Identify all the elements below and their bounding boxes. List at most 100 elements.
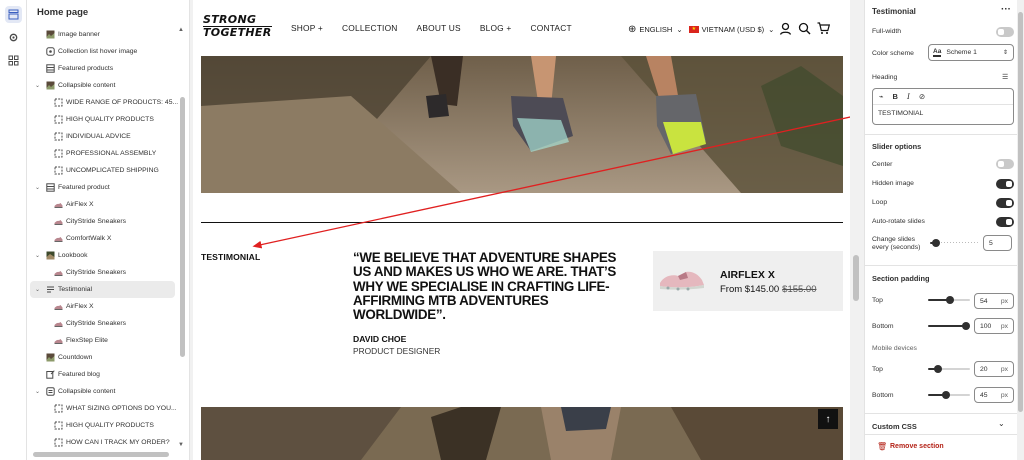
mobile-bottom-input[interactable]: 45 px — [974, 387, 1014, 403]
more-options-icon[interactable]: ··· — [1001, 4, 1011, 15]
tree-item-label: Collapsible content — [58, 82, 116, 89]
block-item[interactable]: HOW CAN I TRACK MY ORDER? — [30, 434, 175, 451]
block-item[interactable]: CityStride Sneakers — [30, 315, 175, 332]
tree-item-label: Featured product — [58, 184, 110, 191]
block-item[interactable]: AirFlex X — [30, 196, 175, 213]
section-item[interactable]: Countdown — [30, 349, 175, 366]
preview-scrollbar[interactable] — [853, 255, 859, 301]
testimonial-quote[interactable]: “WE BELIEVE THAT ADVENTURE SHAPES US AND… — [353, 250, 621, 322]
cart-icon[interactable] — [817, 22, 831, 37]
testimonial-heading[interactable]: TESTIMONIAL — [201, 252, 260, 262]
custom-css-toggle[interactable]: Custom CSS — [872, 422, 917, 431]
top-padding-input[interactable]: 54 px — [974, 293, 1014, 309]
unit-label: px — [1000, 365, 1008, 373]
block-item[interactable]: PROFESSIONAL ASSEMBLY — [30, 145, 175, 162]
section-item[interactable]: ⌄ Collapsible content — [30, 77, 175, 94]
chevron-updown-icon: ⇕ — [1002, 50, 1008, 56]
gear-icon[interactable] — [5, 29, 22, 46]
nav-shop[interactable]: SHOP + — [291, 23, 323, 33]
search-icon[interactable] — [798, 22, 811, 37]
chevron-down-icon[interactable]: ⌄ — [35, 82, 40, 89]
scroll-down-icon[interactable]: ▼ — [178, 442, 184, 448]
block-item[interactable]: AirFlex X — [30, 298, 175, 315]
panel-scrollbar[interactable] — [1017, 0, 1024, 460]
unit-label: px — [1000, 391, 1008, 399]
block-item[interactable]: INDIVIDUAL ADVICE — [30, 128, 175, 145]
chevron-down-icon[interactable]: ⌄ — [998, 419, 1005, 428]
language-select[interactable]: ENGLISH — [639, 25, 672, 34]
product-name: AIRFLEX X — [720, 269, 775, 281]
mobile-top-input[interactable]: 20 px — [974, 361, 1014, 377]
chevron-down-icon[interactable]: ⌄ — [35, 252, 40, 259]
block-item[interactable]: FlexStep Elite — [30, 332, 175, 349]
block-icon — [54, 132, 63, 141]
section-item[interactable]: Featured blog — [30, 366, 175, 383]
top-padding-slider[interactable] — [928, 295, 970, 305]
nav-contact[interactable]: CONTACT — [531, 23, 572, 33]
scroll-up-icon[interactable]: ▲ — [178, 27, 184, 33]
bold-icon[interactable]: B — [893, 92, 898, 101]
clear-format-icon[interactable]: ⌁ — [879, 92, 884, 101]
app-rail — [0, 0, 27, 460]
change-slides-slider[interactable] — [930, 238, 978, 248]
country-select[interactable]: VIETNAM (USD $) — [702, 25, 765, 34]
image-icon — [46, 81, 55, 90]
block-item[interactable]: ComfortWalk X — [30, 230, 175, 247]
heading-editor[interactable]: ⌁ B I ⊘ TESTIMONIAL — [872, 88, 1014, 125]
mobile-top-slider[interactable] — [928, 364, 970, 374]
center-label: Center — [872, 161, 893, 168]
remove-section-button[interactable]: Remove section — [890, 443, 944, 450]
autorotate-toggle[interactable] — [996, 217, 1014, 227]
nav-blog[interactable]: BLOG + — [480, 23, 512, 33]
editor-toolbar: ⌁ B I ⊘ — [873, 89, 1013, 105]
shoe-icon — [54, 302, 63, 311]
chevron-down-icon: ⌄ — [676, 25, 683, 34]
section-item[interactable]: ⌄ Testimonial — [30, 281, 175, 298]
slider-options-title: Slider options — [872, 142, 922, 151]
block-item[interactable]: HIGH QUALITY PRODUCTS — [30, 111, 175, 128]
hidden-image-toggle[interactable] — [996, 179, 1014, 189]
section-item[interactable]: ⌄ Lookbook — [30, 247, 175, 264]
full-width-toggle[interactable] — [996, 27, 1014, 37]
color-scheme-select[interactable]: Aa Scheme 1 ⇕ — [928, 44, 1014, 61]
link-icon[interactable]: ⊘ — [919, 92, 925, 101]
section-item[interactable]: Featured products — [30, 60, 175, 77]
account-icon[interactable] — [779, 22, 792, 37]
bottom-padding-slider[interactable] — [928, 321, 970, 331]
nav-about[interactable]: ABOUT US — [417, 23, 461, 33]
sidebar-scrollbar[interactable] — [180, 97, 185, 357]
loop-toggle[interactable] — [996, 198, 1014, 208]
section-item[interactable]: ⌄ Collapsible content — [30, 383, 175, 400]
block-item[interactable]: WIDE RANGE OF PRODUCTS: 45... — [30, 94, 178, 111]
section-item[interactable]: Image banner — [30, 26, 175, 43]
bottom-padding-input[interactable]: 100 px — [974, 318, 1014, 334]
nav-collection[interactable]: COLLECTION — [342, 23, 398, 33]
sections-icon[interactable] — [5, 6, 22, 23]
back-to-top-button[interactable]: ↑ — [818, 409, 838, 429]
chevron-down-icon[interactable]: ⌄ — [35, 184, 40, 191]
chevron-down-icon[interactable]: ⌄ — [35, 388, 40, 395]
product-card[interactable]: AIRFLEX X From $145.00 $155.00 — [653, 251, 843, 311]
center-toggle[interactable] — [996, 159, 1014, 169]
block-item[interactable]: CityStride Sneakers — [30, 264, 175, 281]
image-icon — [46, 353, 55, 362]
block-item[interactable]: WHAT SIZING OPTIONS DO YOU... — [30, 400, 177, 417]
apps-icon[interactable] — [5, 52, 22, 69]
section-item[interactable]: Collection list hover image — [30, 43, 175, 60]
localization: ⊕ ENGLISH ⌄ ★ VIETNAM (USD $) ⌄ — [628, 22, 831, 37]
product-image — [658, 268, 706, 297]
tree-item-label: Countdown — [58, 354, 93, 361]
heading-input[interactable]: TESTIMONIAL — [873, 105, 1013, 122]
dynamic-source-icon[interactable]: ☰ — [1002, 73, 1008, 81]
mobile-bottom-slider[interactable] — [928, 390, 970, 400]
block-item[interactable]: CityStride Sneakers — [30, 213, 175, 230]
section-item[interactable]: ⌄ Featured product — [30, 179, 175, 196]
shoe-icon — [54, 319, 63, 328]
block-item[interactable]: HIGH QUALITY PRODUCTS — [30, 417, 175, 434]
italic-icon[interactable]: I — [907, 92, 910, 101]
change-slides-input[interactable]: 5 — [983, 235, 1012, 251]
block-item[interactable]: UNCOMPLICATED SHIPPING — [30, 162, 175, 179]
store-logo[interactable]: STRONG TOGETHER — [203, 14, 272, 39]
sidebar-horizontal-scrollbar[interactable] — [33, 452, 169, 457]
chevron-down-icon[interactable]: ⌄ — [35, 286, 40, 293]
